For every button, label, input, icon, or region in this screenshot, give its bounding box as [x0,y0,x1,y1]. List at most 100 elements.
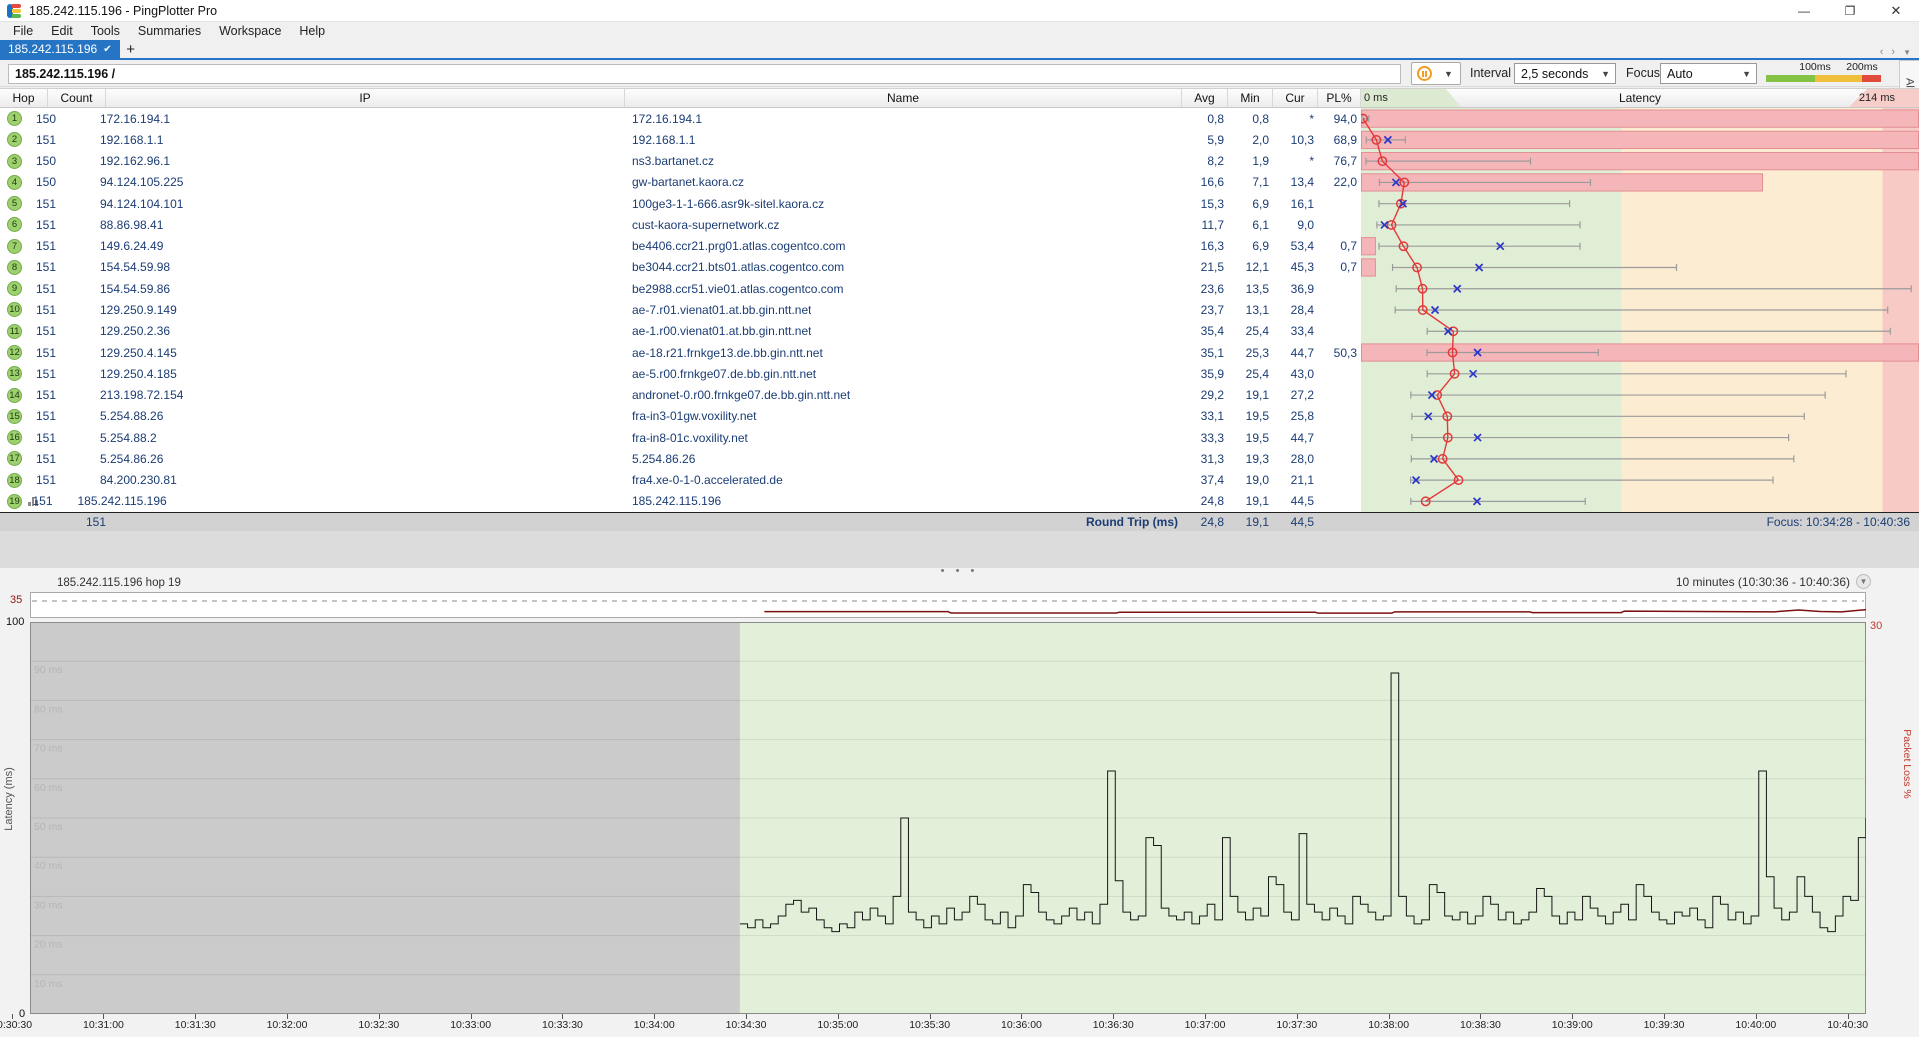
svg-text:20 ms: 20 ms [34,939,63,951]
table-row[interactable]: 12 151 129.250.4.145 ae-18.r21.frnkge13.… [0,342,1361,363]
cur-cell: * [1274,154,1314,168]
focus-value: Auto [1667,67,1693,81]
col-header-min[interactable]: Min [1228,89,1273,107]
table-row[interactable]: 4 150 94.124.105.225 gw-bartanet.kaora.c… [0,172,1361,193]
cur-cell: 53,4 [1274,239,1314,253]
avg-cell: 29,2 [1184,388,1224,402]
latency-axis-title: Latency (ms) [3,754,15,844]
minimize-button[interactable]: — [1781,0,1827,22]
table-row[interactable]: 15 151 5.254.88.26 fra-in3-01gw.voxility… [0,406,1361,427]
table-row[interactable]: 8 151 154.54.59.98 be3044.ccr21.bts01.at… [0,257,1361,278]
pause-button[interactable] [1411,62,1438,85]
table-row[interactable]: 11 151 129.250.2.36 ae-1.r00.vienat01.at… [0,321,1361,342]
table-row[interactable]: 19 151 185.242.115.196 185.242.115.196 2… [0,491,1361,512]
menu-item-help[interactable]: Help [290,22,334,40]
timeline-range-label[interactable]: 10 minutes (10:30:36 - 10:40:36) [1676,575,1850,589]
svg-text:70 ms: 70 ms [34,743,63,755]
cur-cell: 44,7 [1274,431,1314,445]
cur-cell: 27,2 [1274,388,1314,402]
tab-scroll-right-icon[interactable]: › [1891,46,1895,58]
title-bar: 185.242.115.196 - PingPlotter Pro — ❐ ✕ [0,0,1919,22]
menu-item-tools[interactable]: Tools [82,22,129,40]
menu-item-summaries[interactable]: Summaries [129,22,210,40]
min-cell: 1,9 [1229,154,1269,168]
avg-cell: 23,7 [1184,303,1224,317]
pl-cell: 0,7 [1317,260,1357,274]
maximize-button[interactable]: ❐ [1827,0,1873,22]
table-row[interactable]: 3 150 192.162.96.1 ns3.bartanet.cz 8,2 1… [0,151,1361,172]
cur-cell: 44,5 [1274,494,1314,508]
table-row[interactable]: 6 151 88.86.98.41 cust-kaora-supernetwor… [0,214,1361,235]
ip-cell: 192.162.96.1 [100,154,170,168]
jitter-strip-chart[interactable] [30,592,1866,618]
round-trip-min: 19,1 [1229,515,1269,529]
app-icon [7,4,21,18]
table-row[interactable]: 5 151 94.124.104.101 100ge3-1-1-666.asr9… [0,193,1361,214]
table-row[interactable]: 13 151 129.250.4.185 ae-5.r00.frnkge07.d… [0,363,1361,384]
menu-item-file[interactable]: File [4,22,42,40]
interval-select[interactable]: 2,5 seconds ▼ [1514,63,1616,84]
col-header-avg[interactable]: Avg [1182,89,1228,107]
table-row[interactable]: 10 151 129.250.9.149 ae-7.r01.vienat01.a… [0,299,1361,320]
cur-cell: * [1274,112,1314,126]
focus-select[interactable]: Auto ▼ [1660,63,1757,84]
close-button[interactable]: ✕ [1873,0,1919,22]
col-header-pl[interactable]: PL% [1318,89,1361,107]
avg-cell: 23,6 [1184,282,1224,296]
menu-item-workspace[interactable]: Workspace [210,22,290,40]
pause-icon [1417,66,1432,81]
menu-item-edit[interactable]: Edit [42,22,82,40]
cur-cell: 21,1 [1274,473,1314,487]
col-header-hop[interactable]: Hop [0,89,48,107]
table-row[interactable]: 16 151 5.254.88.2 fra-in8-01c.voxility.n… [0,427,1361,448]
min-cell: 13,1 [1229,303,1269,317]
target-input[interactable]: 185.242.115.196 / [8,64,1401,84]
ip-cell: 129.250.2.36 [100,324,170,338]
window-title: 185.242.115.196 - PingPlotter Pro [29,4,217,18]
count-cell: 151 [20,324,56,338]
time-tick-label: 10:37:00 [1185,1019,1226,1031]
min-cell: 25,4 [1229,367,1269,381]
table-row[interactable]: 9 151 154.54.59.86 be2988.ccr51.vie01.at… [0,278,1361,299]
col-header-latency[interactable]: 0 ms Latency 214 ms [1361,89,1919,107]
pl-cell: 76,7 [1317,154,1357,168]
name-cell: be4406.ccr21.prg01.atlas.cogentco.com [632,239,845,253]
table-row[interactable]: 2 151 192.168.1.1 192.168.1.1 5,9 2,0 10… [0,129,1361,150]
col-header-name[interactable]: Name [625,89,1182,107]
min-cell: 25,4 [1229,324,1269,338]
cur-cell: 10,3 [1274,133,1314,147]
legend-200ms-label: 200ms [1846,61,1878,73]
name-cell: ae-18.r21.frnkge13.de.bb.gin.ntt.net [632,346,823,360]
latency-timeline-chart[interactable]: 10 ms20 ms30 ms40 ms50 ms60 ms70 ms80 ms… [30,622,1866,1014]
count-cell: 151 [20,367,56,381]
col-header-cur[interactable]: Cur [1273,89,1318,107]
splitter-handle[interactable]: • • • [0,565,1919,577]
name-cell: 100ge3-1-1-666.asr9k-sitel.kaora.cz [632,197,824,211]
time-tick-label: 10:37:30 [1276,1019,1317,1031]
tab-scroll-left-icon[interactable]: ‹ [1880,46,1884,58]
range-dropdown-icon[interactable]: ▼ [1856,574,1871,589]
table-row[interactable]: 7 151 149.6.24.49 be4406.ccr21.prg01.atl… [0,236,1361,257]
round-trip-count: 151 [70,515,106,529]
pause-dropdown-button[interactable]: ▼ [1437,62,1461,85]
tab-check-icon: ✔ [103,44,111,55]
min-cell: 19,3 [1229,452,1269,466]
tab-list-icon[interactable]: ▼ [1903,48,1911,57]
table-row[interactable]: 17 151 5.254.86.26 5.254.86.26 31,3 19,3… [0,448,1361,469]
time-axis: 10:30:3010:31:0010:31:3010:32:0010:32:30… [0,1014,1919,1036]
time-tick-label: 10:36:00 [1001,1019,1042,1031]
svg-text:40 ms: 40 ms [34,860,63,872]
col-header-count[interactable]: Count [48,89,106,107]
table-row[interactable]: 18 151 84.200.230.81 fra4.xe-0-1-0.accel… [0,469,1361,490]
col-header-ip[interactable]: IP [106,89,625,107]
tab-target[interactable]: 185.242.115.196 ✔ [0,40,120,58]
time-tick-label: 10:34:30 [726,1019,767,1031]
pl-cell: 0,7 [1317,239,1357,253]
min-cell: 12,1 [1229,260,1269,274]
new-tab-button[interactable]: + [120,40,142,58]
time-tick-label: 10:40:30 [1827,1019,1868,1031]
name-cell: be3044.ccr21.bts01.atlas.cogentco.com [632,260,844,274]
table-row[interactable]: 14 151 213.198.72.154 andronet-0.r00.frn… [0,384,1361,405]
table-row[interactable]: 1 150 172.16.194.1 172.16.194.1 0,8 0,8 … [0,108,1361,129]
name-cell: 192.168.1.1 [632,133,695,147]
